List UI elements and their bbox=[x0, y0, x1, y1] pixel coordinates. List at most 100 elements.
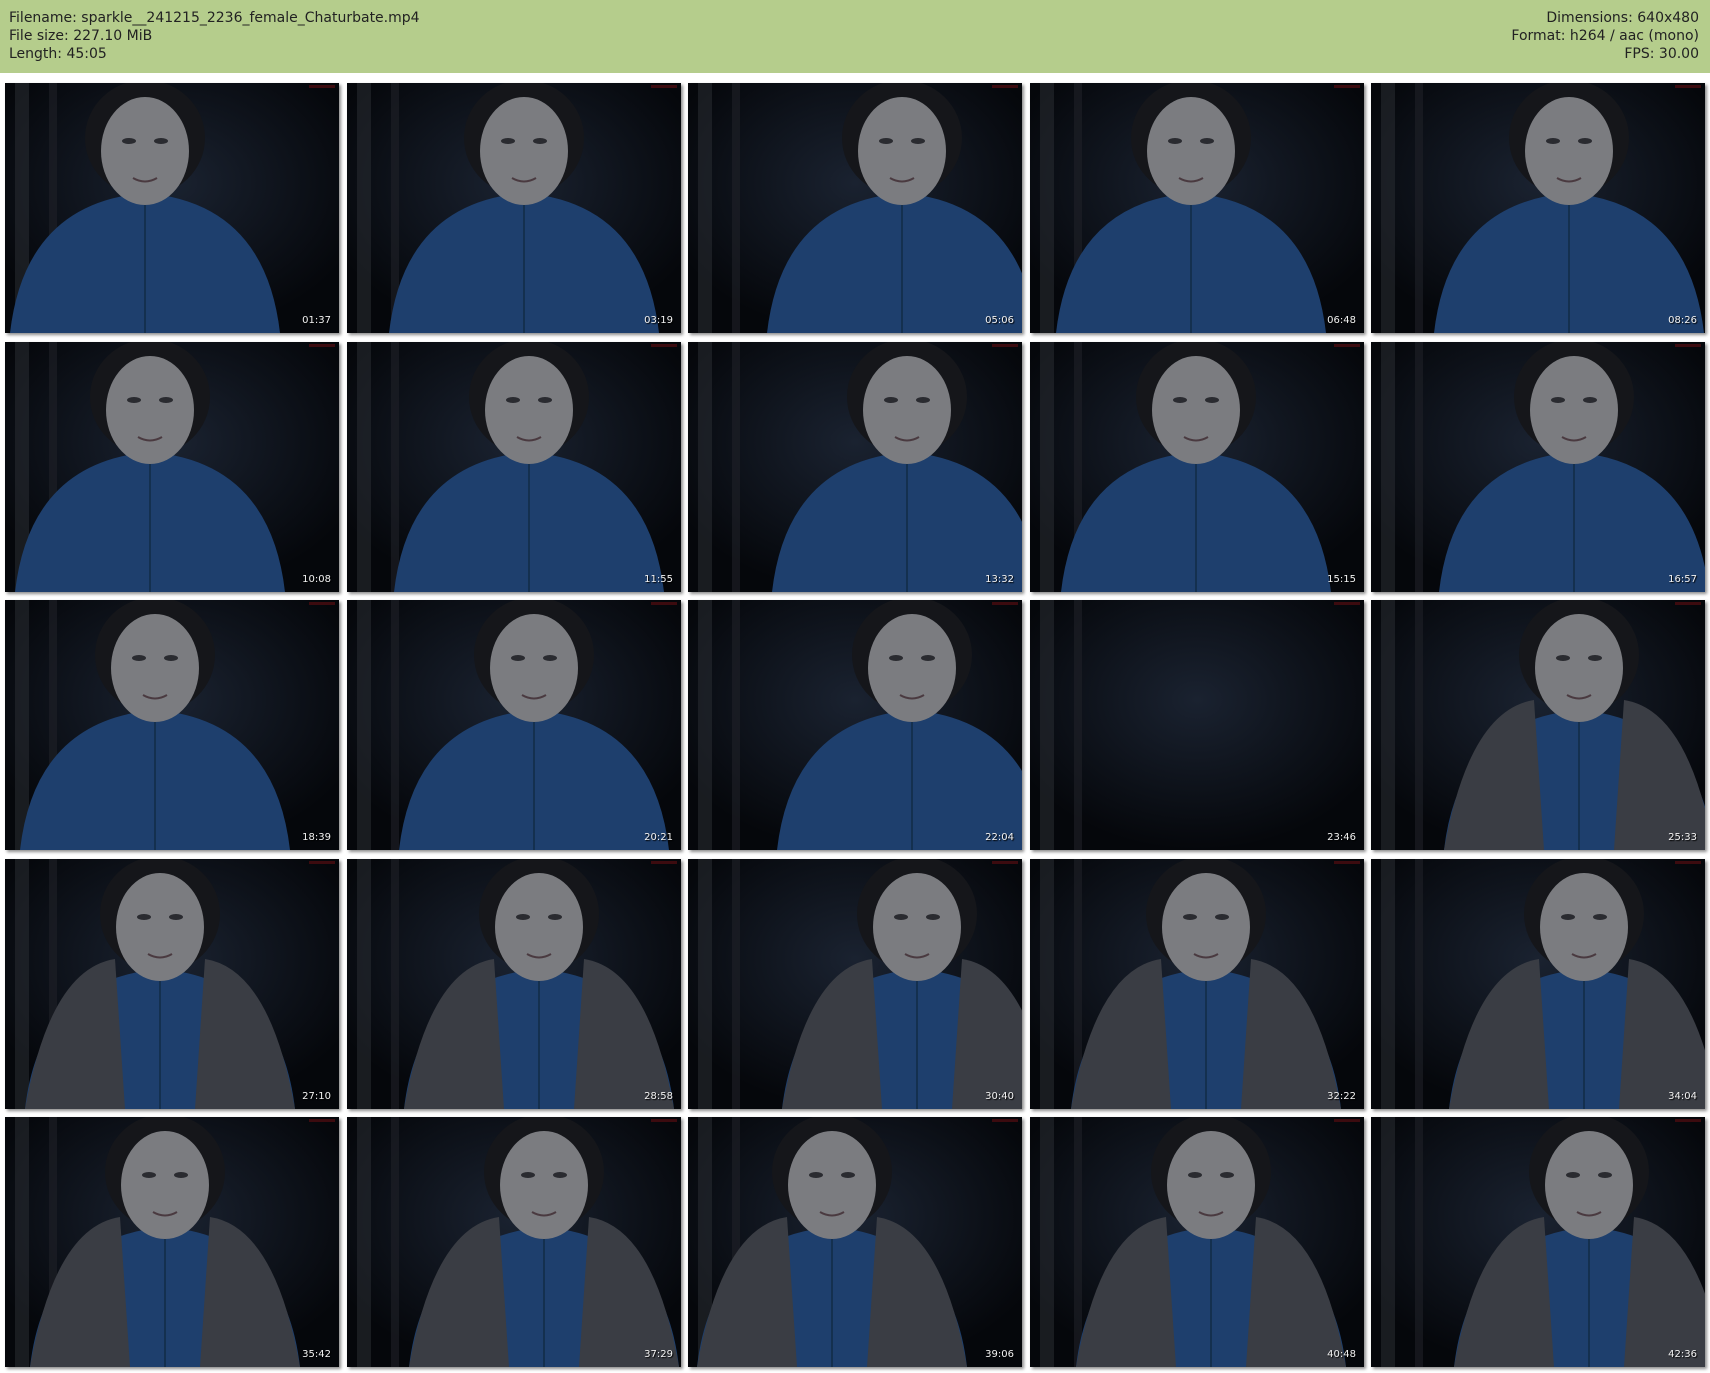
thumbnail-timestamp: 10:08 bbox=[302, 574, 331, 585]
thumbnail-timestamp: 37:29 bbox=[644, 1349, 673, 1360]
video-thumbnail[interactable]: 15:15 bbox=[1030, 342, 1364, 592]
video-thumbnail[interactable]: 27:10 bbox=[5, 859, 339, 1109]
frame-image bbox=[5, 342, 339, 592]
video-thumbnail[interactable]: 22:04 bbox=[688, 600, 1022, 850]
thumbnail-timestamp: 11:55 bbox=[644, 574, 673, 585]
frame-image bbox=[5, 600, 339, 850]
video-thumbnail[interactable]: 06:48 bbox=[1030, 83, 1364, 333]
watermark-mark bbox=[1334, 85, 1360, 88]
video-thumbnail[interactable]: 18:39 bbox=[5, 600, 339, 850]
format-text: Format: h264 / aac (mono) bbox=[1511, 28, 1699, 44]
watermark-mark bbox=[309, 344, 335, 347]
thumbnail-grid: 01:37 03:19 05:06 06:48 08:26 10:08 11:55 13:32… bbox=[5, 83, 1705, 1367]
video-thumbnail[interactable]: 16:57 bbox=[1371, 342, 1705, 592]
frame-image bbox=[1030, 859, 1364, 1109]
watermark-mark bbox=[992, 344, 1018, 347]
frame-image bbox=[1371, 1117, 1705, 1367]
watermark-mark bbox=[992, 1119, 1018, 1122]
filename-text: Filename: sparkle__241215_2236_female_Ch… bbox=[9, 10, 420, 26]
frame-image bbox=[688, 1117, 1022, 1367]
video-thumbnail[interactable]: 20:21 bbox=[347, 600, 681, 850]
video-thumbnail[interactable]: 35:42 bbox=[5, 1117, 339, 1367]
frame-image bbox=[688, 342, 1022, 592]
frame-image bbox=[688, 859, 1022, 1109]
video-thumbnail[interactable]: 13:32 bbox=[688, 342, 1022, 592]
thumbnail-timestamp: 22:04 bbox=[985, 832, 1014, 843]
thumbnail-timestamp: 05:06 bbox=[985, 315, 1014, 326]
watermark-mark bbox=[309, 1119, 335, 1122]
watermark-mark bbox=[1334, 344, 1360, 347]
frame-image bbox=[688, 83, 1022, 333]
thumbnail-timestamp: 15:15 bbox=[1327, 574, 1356, 585]
length-text: Length: 45:05 bbox=[9, 46, 107, 62]
frame-image bbox=[5, 859, 339, 1109]
watermark-mark bbox=[1675, 85, 1701, 88]
video-thumbnail[interactable]: 08:26 bbox=[1371, 83, 1705, 333]
video-thumbnail[interactable]: 30:40 bbox=[688, 859, 1022, 1109]
video-thumbnail[interactable]: 40:48 bbox=[1030, 1117, 1364, 1367]
thumbnail-timestamp: 06:48 bbox=[1327, 315, 1356, 326]
fps-text: FPS: 30.00 bbox=[1624, 46, 1699, 62]
frame-image bbox=[1371, 342, 1705, 592]
thumbnail-timestamp: 34:04 bbox=[1668, 1091, 1697, 1102]
stream-info: Dimensions: 640x480 Format: h264 / aac (… bbox=[1511, 9, 1699, 63]
watermark-mark bbox=[992, 85, 1018, 88]
thumbnail-timestamp: 35:42 bbox=[302, 1349, 331, 1360]
frame-image bbox=[347, 1117, 681, 1367]
video-thumbnail[interactable]: 39:06 bbox=[688, 1117, 1022, 1367]
thumbnail-timestamp: 13:32 bbox=[985, 574, 1014, 585]
watermark-mark bbox=[1675, 861, 1701, 864]
thumbnail-timestamp: 01:37 bbox=[302, 315, 331, 326]
thumbnail-timestamp: 40:48 bbox=[1327, 1349, 1356, 1360]
watermark-mark bbox=[309, 602, 335, 605]
thumbnail-timestamp: 18:39 bbox=[302, 832, 331, 843]
video-thumbnail[interactable]: 03:19 bbox=[347, 83, 681, 333]
video-thumbnail[interactable]: 01:37 bbox=[5, 83, 339, 333]
video-thumbnail[interactable]: 34:04 bbox=[1371, 859, 1705, 1109]
video-thumbnail[interactable]: 32:22 bbox=[1030, 859, 1364, 1109]
info-header: Filename: sparkle__241215_2236_female_Ch… bbox=[0, 0, 1710, 73]
frame-image bbox=[5, 1117, 339, 1367]
frame-image bbox=[1030, 600, 1364, 850]
watermark-mark bbox=[309, 861, 335, 864]
frame-image bbox=[1030, 1117, 1364, 1367]
frame-image bbox=[5, 83, 339, 333]
thumbnail-timestamp: 32:22 bbox=[1327, 1091, 1356, 1102]
watermark-mark bbox=[992, 602, 1018, 605]
watermark-mark bbox=[1675, 344, 1701, 347]
watermark-mark bbox=[651, 85, 677, 88]
frame-image bbox=[347, 83, 681, 333]
watermark-mark bbox=[1334, 861, 1360, 864]
thumbnail-timestamp: 30:40 bbox=[985, 1091, 1014, 1102]
thumbnail-timestamp: 39:06 bbox=[985, 1349, 1014, 1360]
video-thumbnail[interactable]: 05:06 bbox=[688, 83, 1022, 333]
thumbnail-timestamp: 20:21 bbox=[644, 832, 673, 843]
thumbnail-timestamp: 23:46 bbox=[1327, 832, 1356, 843]
video-thumbnail[interactable]: 28:58 bbox=[347, 859, 681, 1109]
video-thumbnail[interactable]: 25:33 bbox=[1371, 600, 1705, 850]
watermark-mark bbox=[1675, 602, 1701, 605]
thumbnail-timestamp: 08:26 bbox=[1668, 315, 1697, 326]
thumbnail-timestamp: 25:33 bbox=[1668, 832, 1697, 843]
video-thumbnail[interactable]: 23:46 bbox=[1030, 600, 1364, 850]
video-thumbnail[interactable]: 11:55 bbox=[347, 342, 681, 592]
frame-image bbox=[347, 600, 681, 850]
frame-image bbox=[347, 342, 681, 592]
frame-image bbox=[1371, 859, 1705, 1109]
watermark-mark bbox=[309, 85, 335, 88]
frame-image bbox=[688, 600, 1022, 850]
file-info: Filename: sparkle__241215_2236_female_Ch… bbox=[9, 9, 420, 63]
thumbnail-timestamp: 03:19 bbox=[644, 315, 673, 326]
watermark-mark bbox=[651, 1119, 677, 1122]
video-thumbnail[interactable]: 10:08 bbox=[5, 342, 339, 592]
frame-image bbox=[1030, 83, 1364, 333]
video-thumbnail[interactable]: 37:29 bbox=[347, 1117, 681, 1367]
watermark-mark bbox=[651, 861, 677, 864]
watermark-mark bbox=[1334, 1119, 1360, 1122]
thumbnail-timestamp: 42:36 bbox=[1668, 1349, 1697, 1360]
watermark-mark bbox=[992, 861, 1018, 864]
watermark-mark bbox=[651, 602, 677, 605]
dimensions-text: Dimensions: 640x480 bbox=[1546, 10, 1699, 26]
thumbnail-timestamp: 28:58 bbox=[644, 1091, 673, 1102]
video-thumbnail[interactable]: 42:36 bbox=[1371, 1117, 1705, 1367]
